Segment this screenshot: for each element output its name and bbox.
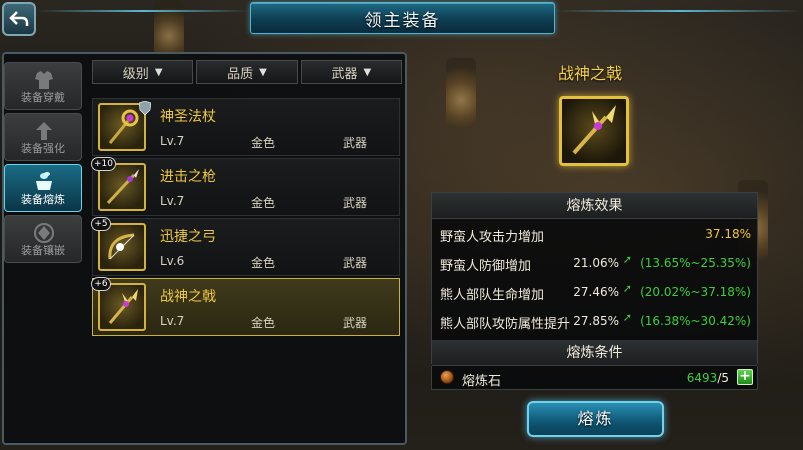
staff-icon <box>108 109 139 144</box>
item-quality: 金色 <box>251 196 276 210</box>
side-tab-list: 装备穿戴 装备强化 装备熔炼 装备镶嵌 <box>4 62 82 266</box>
back-arrow-icon <box>9 11 29 26</box>
arrow-up-icon: ➚ <box>622 282 632 295</box>
enhance-level-badge: +5 <box>91 217 111 231</box>
effect-label: 熊人部队攻防属性提升 <box>440 317 571 332</box>
effect-range: (16.38%~30.42%) <box>640 314 751 328</box>
effect-value: 21.06% <box>573 256 619 270</box>
list-item[interactable]: +10 进击之枪 Lv.7 金色 武器 <box>91 157 400 216</box>
armor-icon <box>35 71 53 89</box>
smelt-effects-panel: 熔炼效果 野蛮人攻击力增加 37.18% 野蛮人防御增加 21.06% ➚ (1… <box>431 192 758 366</box>
requirement-count: 6493/5 <box>686 371 729 385</box>
list-item[interactable]: +5 迅捷之弓 Lv.6 金色 武器 <box>91 217 400 276</box>
back-button[interactable] <box>2 2 36 36</box>
triangle-down-icon: ▼ <box>259 66 267 78</box>
smelt-button[interactable]: 熔炼 <box>527 401 664 437</box>
item-level: Lv.7 <box>160 134 185 148</box>
effect-range: (20.02%~37.18%) <box>640 285 751 299</box>
cauldron-icon <box>36 172 52 190</box>
add-material-button[interactable]: + <box>737 369 753 385</box>
effect-row: 野蛮人攻击力增加 37.18% <box>432 219 757 248</box>
effect-label: 野蛮人防御增加 <box>440 259 532 274</box>
item-name: 战神之戟 <box>160 289 216 305</box>
requirement-label: 熔炼石 <box>462 374 502 389</box>
spear-icon <box>106 169 139 205</box>
tab-equip-smelt[interactable]: 装备熔炼 <box>4 164 82 212</box>
tab-label: 装备穿戴 <box>21 91 65 104</box>
item-name: 进击之枪 <box>160 169 216 185</box>
arrow-up-icon: ➚ <box>622 311 632 324</box>
item-name: 迅捷之弓 <box>160 229 216 245</box>
effect-value: 37.18% <box>705 227 751 241</box>
header: 领主装备 <box>0 0 803 36</box>
filter-bar: 级别 ▼ 品质 ▼ 武器 ▼ <box>92 60 402 84</box>
triangle-down-icon: ▼ <box>363 66 372 78</box>
shield-icon <box>139 101 151 115</box>
item-type: 武器 <box>343 316 368 330</box>
smelt-requirement: 熔炼石 6493/5 + <box>431 366 758 390</box>
item-level: Lv.7 <box>160 314 185 328</box>
effect-value: 27.46% <box>573 285 619 299</box>
item-type: 武器 <box>343 136 368 150</box>
upgrade-icon <box>36 122 52 140</box>
tab-label: 装备熔炼 <box>21 193 65 206</box>
filter-type-dropdown[interactable]: 武器 ▼ <box>300 60 402 84</box>
effect-label: 熊人部队生命增加 <box>440 288 545 303</box>
page-title-plate: 领主装备 <box>250 2 555 34</box>
effects-title: 熔炼效果 <box>432 193 757 219</box>
tab-equip-inlay[interactable]: 装备镶嵌 <box>4 215 82 263</box>
gem-socket-icon <box>34 223 54 243</box>
filter-level-dropdown[interactable]: 级别 ▼ <box>92 60 194 84</box>
filter-quality-dropdown[interactable]: 品质 ▼ <box>196 60 298 84</box>
list-item[interactable]: 神圣法杖 Lv.7 金色 武器 <box>92 98 400 156</box>
enhance-level-badge: +10 <box>91 157 116 171</box>
effect-label: 野蛮人攻击力增加 <box>440 230 545 245</box>
item-level: Lv.7 <box>160 194 185 208</box>
conditions-title: 熔炼条件 <box>432 340 757 366</box>
item-type: 武器 <box>343 196 368 210</box>
item-quality: 金色 <box>251 256 276 270</box>
halberd-icon <box>108 289 138 324</box>
tab-equip-wear[interactable]: 装备穿戴 <box>4 62 82 110</box>
smelting-stone-icon <box>440 370 454 384</box>
page-title: 领主装备 <box>364 10 441 31</box>
item-quality: 金色 <box>251 316 276 330</box>
wall-lamp <box>446 58 476 128</box>
selected-item-icon-frame <box>559 96 629 166</box>
effect-row: 熊人部队攻防属性提升 27.85% ➚ (16.38%~30.42%) <box>432 306 757 335</box>
halberd-icon <box>572 105 616 155</box>
bow-icon <box>108 233 135 260</box>
tab-equip-upgrade[interactable]: 装备强化 <box>4 113 82 161</box>
list-item-selected[interactable]: +6 战神之戟 Lv.7 金色 武器 <box>91 277 400 336</box>
effect-range: (13.65%~25.35%) <box>640 256 751 270</box>
item-type: 武器 <box>343 256 368 270</box>
tab-label: 装备镶嵌 <box>21 244 65 257</box>
arrow-up-icon: ➚ <box>622 253 632 266</box>
tab-label: 装备强化 <box>21 142 65 155</box>
selected-item-name: 战神之戟 <box>557 64 622 83</box>
item-level: Lv.6 <box>160 254 185 268</box>
triangle-down-icon: ▼ <box>154 66 163 78</box>
effect-row: 野蛮人防御增加 21.06% ➚ (13.65%~25.35%) <box>432 248 757 277</box>
effect-row: 熊人部队生命增加 27.46% ➚ (20.02%~37.18%) <box>432 277 757 306</box>
enhance-level-badge: +6 <box>91 277 111 291</box>
item-quality: 金色 <box>251 136 276 150</box>
item-name: 神圣法杖 <box>160 109 216 125</box>
effect-value: 27.85% <box>573 314 619 328</box>
